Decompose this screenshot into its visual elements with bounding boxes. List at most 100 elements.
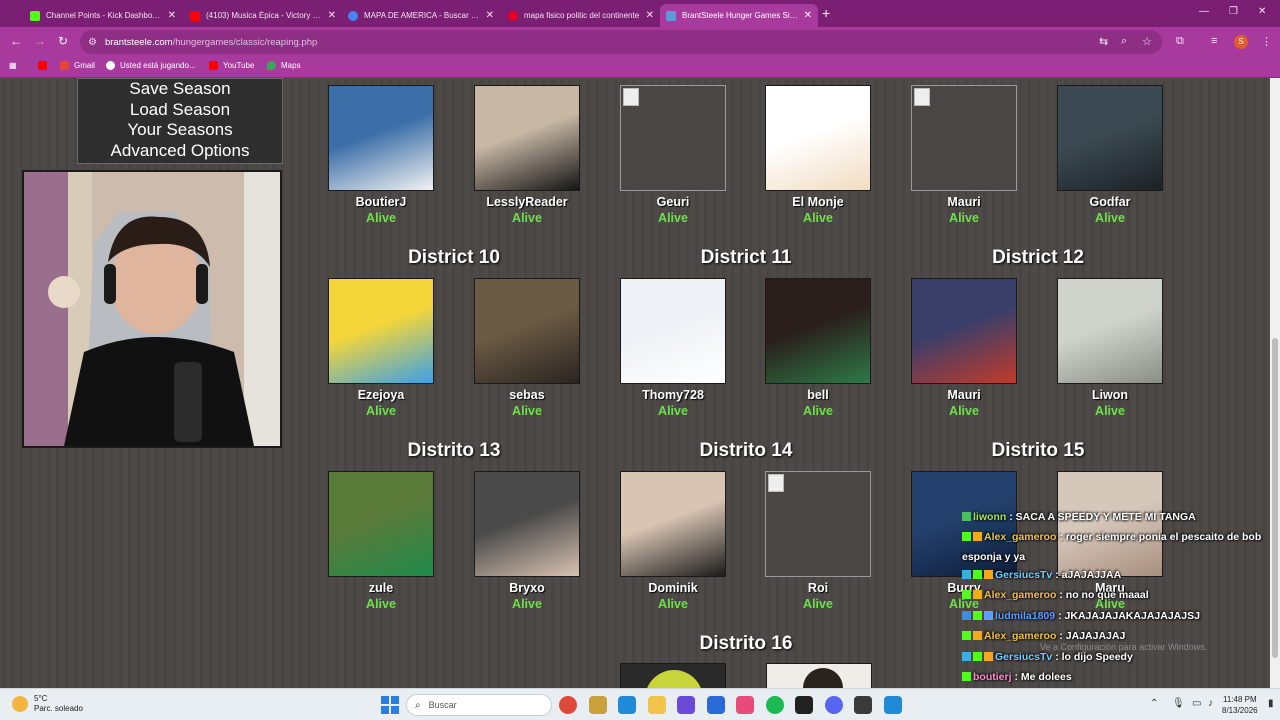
files-icon[interactable] [588,696,607,714]
menu-icon[interactable]: ⋮ [1261,35,1272,48]
advanced-options-link[interactable]: Advanced Options [78,141,282,162]
folder-icon[interactable] [647,696,666,714]
chat-username: boutierj [973,671,1012,683]
tribute-status: Alive [803,597,833,611]
broken-image-icon [620,85,726,191]
gmail-icon [60,61,69,70]
close-icon[interactable]: ✕ [168,10,176,21]
tab-youtube[interactable]: (4103) Musica Épica - Victory - YouTube … [184,4,342,27]
tribute-status: Alive [949,404,979,418]
network-icon[interactable]: ▭ [1192,698,1201,709]
bookmark-youtube-2[interactable]: YouTube [209,61,254,70]
chat-badge-icon [962,532,971,541]
tribute-name: Dominik [648,581,698,595]
tribute-status: Alive [803,211,833,225]
bookmark-maps[interactable]: Maps [267,61,301,70]
chat-badge-icon [973,570,982,579]
chat-username: Alex_gameroo [984,630,1057,642]
tribute-status: Alive [366,211,396,225]
chat-badge-icon [962,652,971,661]
chat-username: liwonn [973,511,1007,523]
windows-taskbar: 5°C Parc. soleado ⌕ Buscar ⌃ 🎙 ▭ ♪ 11:48… [0,688,1280,720]
close-icon[interactable]: ✕ [328,10,336,21]
chrome-active-icon[interactable] [736,696,754,714]
minimize-button[interactable]: — [1199,6,1209,17]
chat-message: GersiucsTv: aJAJAJJAA [962,565,1270,585]
mail-icon[interactable] [706,696,725,714]
translate-icon[interactable]: ⇆ [1099,35,1108,48]
tribute-name: Mauri [947,388,981,402]
reload-icon[interactable]: ↻ [58,34,68,48]
teams-icon[interactable] [677,696,695,714]
discord-icon[interactable] [824,696,843,714]
extensions-icon[interactable]: ⧉ [1176,35,1184,48]
tab-kick-dashboard[interactable]: Channel Points - Kick Dashboard ✕ [24,4,182,27]
media-icon[interactable]: ≡ [1211,35,1217,47]
close-icon[interactable]: ✕ [486,10,494,21]
stream-chat-overlay: liwonn: SACA A SPEEDY Y METE MI TANGA Ale… [962,507,1272,689]
tab-pinterest[interactable]: mapa fisico politic del continente ✕ [502,4,660,27]
load-season-link[interactable]: Load Season [78,100,282,121]
bookmark-youtube[interactable] [38,61,52,70]
chat-badge-icon [984,570,993,579]
weather-text: 5°C Parc. soleado [34,694,83,714]
chat-badge-icon [984,652,993,661]
edge-icon[interactable] [618,696,636,714]
weather-widget[interactable]: 5°C Parc. soleado [12,694,83,714]
bookmark-label: Usted está jugando... [120,61,196,70]
system-clock[interactable]: 11:48 PM 8/13/2026 [1222,694,1258,716]
tribute-photo [328,278,434,384]
your-seasons-link[interactable]: Your Seasons [78,120,282,141]
tribute-name: sebas [509,388,545,402]
back-icon[interactable]: ← [10,34,22,48]
chrome-icon[interactable] [559,696,577,714]
profile-avatar[interactable]: S [1234,35,1248,49]
windows-start-icon[interactable] [381,696,399,714]
forward-icon[interactable]: → [34,34,46,48]
azure-icon[interactable] [883,696,902,714]
maximize-button[interactable]: ❐ [1229,6,1238,17]
bookmark-playing[interactable]: Usted está jugando... [106,61,196,70]
close-icon[interactable]: ✕ [646,10,654,21]
chat-badge-icon [973,652,982,661]
webcam-feed [24,172,280,446]
address-bar[interactable]: ⚙ brantsteele.com /hungergames/classic/r… [80,30,1162,54]
spotify-icon[interactable] [765,696,784,714]
tray-overflow-icon[interactable]: ⌃ [1150,698,1158,709]
brantsteele-icon [666,10,676,21]
microphone-icon[interactable]: 🎙 [1172,698,1185,709]
tribute-name: Geuri [656,195,690,209]
tribute-photo [911,278,1017,384]
bookmark-gmail[interactable]: Gmail [60,61,95,70]
tribute-photo [765,85,871,191]
bookmark-label: YouTube [223,61,255,70]
chat-text: : JKAJAJAJAKAJAJAJAJSJ [1058,610,1200,622]
zoom-icon[interactable]: ⌕ [1121,35,1127,48]
chat-username: GersiucsTv [995,569,1053,581]
tab-hunger-games[interactable]: BrantSteele Hunger Games Simulator ✕ [660,4,818,27]
terminal-icon[interactable] [795,696,813,714]
site-info-icon[interactable]: ⚙ [88,37,97,48]
weather-temperature: 5°C [34,694,48,703]
scrollbar-thumb[interactable] [1272,338,1278,658]
tab-google-search[interactable]: MAPA DE AMERICA - Buscar con Google ✕ [342,4,500,27]
volume-icon[interactable]: ♪ [1208,698,1213,709]
tribute-name: zule [368,581,394,595]
apps-grid-icon[interactable]: ▦ [9,61,17,70]
weather-sun-icon [12,696,28,712]
close-icon[interactable]: ✕ [804,10,812,21]
kick-icon [30,10,40,21]
new-tab-button[interactable]: + [822,5,830,21]
tribute-name: BoutierJ [355,195,407,209]
close-window-button[interactable]: ✕ [1258,6,1266,17]
chat-message: liwonn: SACA A SPEEDY Y METE MI TANGA [962,507,1270,527]
settings-icon[interactable] [854,696,872,714]
save-season-link[interactable]: Save Season [78,79,282,100]
youtube-icon [209,61,218,70]
taskbar-search[interactable]: ⌕ Buscar [406,694,552,716]
activate-windows-watermark: Ve a Configuración para activar Windows. [1040,642,1208,652]
tribute-photo [474,85,580,191]
notifications-icon[interactable]: ▮ [1268,698,1274,709]
bookmark-star-icon[interactable]: ☆ [1142,35,1152,48]
chat-badge-icon [973,532,982,541]
